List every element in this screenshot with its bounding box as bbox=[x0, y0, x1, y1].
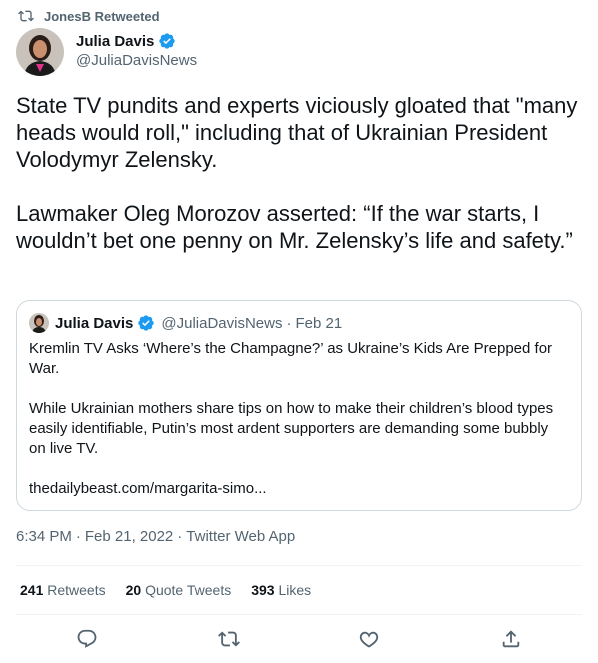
retweet-button[interactable] bbox=[214, 624, 244, 654]
tweet-source[interactable]: Twitter Web App bbox=[186, 528, 295, 545]
retweets-stat[interactable]: 241 Retweets bbox=[20, 582, 106, 598]
reply-icon bbox=[77, 629, 97, 648]
quote-title: Kremlin TV Asks ‘Where’s the Champagne?’… bbox=[29, 340, 553, 377]
tweet-author: Julia Davis @JuliaDavisNews bbox=[16, 28, 197, 76]
verified-badge-icon bbox=[158, 32, 176, 50]
share-icon bbox=[502, 630, 520, 648]
like-icon bbox=[359, 631, 379, 648]
quote-link[interactable]: thedailybeast.com/margarita-simo... bbox=[29, 479, 569, 499]
divider bbox=[16, 614, 582, 615]
retweet-icon bbox=[18, 10, 34, 22]
likes-stat[interactable]: 393 Likes bbox=[251, 582, 311, 598]
verified-badge-icon bbox=[137, 314, 155, 332]
quoted-tweet[interactable]: Julia Davis @JuliaDavisNews · Feb 21 Kre… bbox=[16, 300, 582, 511]
retweet-label: JonesB Retweeted bbox=[44, 8, 160, 24]
reply-button[interactable] bbox=[72, 624, 102, 654]
tweet-date[interactable]: Feb 21, 2022 bbox=[85, 528, 173, 545]
meta-separator: · bbox=[177, 528, 183, 545]
quote-separator: · bbox=[286, 314, 292, 332]
like-button[interactable] bbox=[354, 624, 384, 654]
tweet-text: State TV pundits and experts viciously g… bbox=[16, 93, 578, 253]
retweet-icon bbox=[218, 631, 240, 647]
divider bbox=[16, 565, 582, 566]
retweet-context[interactable]: JonesB Retweeted bbox=[18, 8, 160, 24]
meta-separator: · bbox=[75, 528, 81, 545]
quote-body: While Ukrainian mothers share tips on ho… bbox=[29, 400, 554, 457]
author-handle[interactable]: @JuliaDavisNews bbox=[76, 52, 197, 69]
tweet-actions bbox=[0, 624, 598, 654]
tweet-time[interactable]: 6:34 PM bbox=[16, 528, 72, 545]
quote-date[interactable]: Feb 21 bbox=[295, 315, 342, 332]
author-name[interactable]: Julia Davis bbox=[76, 33, 154, 50]
quote-author-name: Julia Davis bbox=[55, 314, 134, 332]
tweet-meta: 6:34 PM · Feb 21, 2022 · Twitter Web App bbox=[16, 528, 295, 545]
share-button[interactable] bbox=[496, 624, 526, 654]
tweet-stats: 241 Retweets 20 Quote Tweets 393 Likes bbox=[20, 582, 311, 598]
avatar[interactable] bbox=[16, 28, 64, 76]
quote-author-handle: @JuliaDavisNews bbox=[161, 314, 283, 332]
quote-avatar bbox=[29, 313, 49, 333]
quote-tweets-stat[interactable]: 20 Quote Tweets bbox=[126, 582, 232, 598]
